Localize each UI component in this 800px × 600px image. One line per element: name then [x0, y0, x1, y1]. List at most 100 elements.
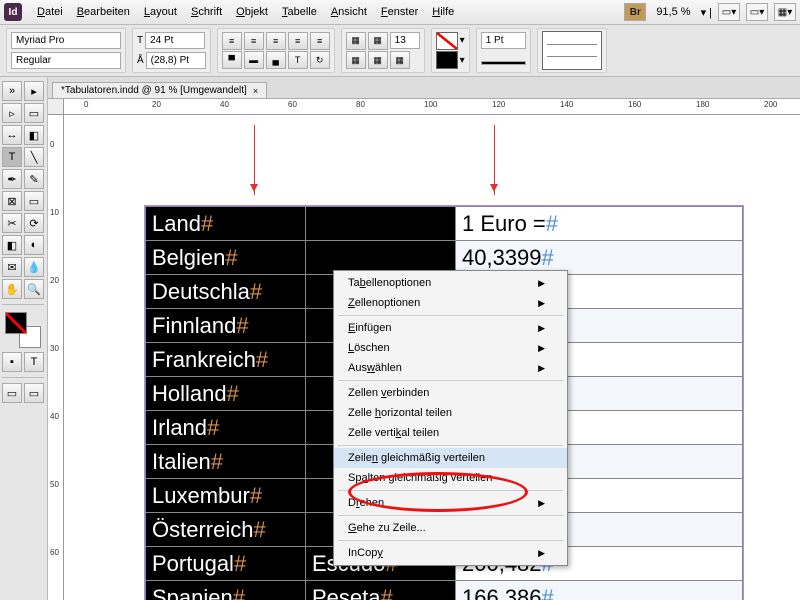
- context-menu-item[interactable]: Einfügen▶: [334, 318, 567, 338]
- font-style-field[interactable]: Regular: [11, 52, 121, 69]
- align-center-icon[interactable]: ≡: [244, 32, 264, 50]
- menu-hilfe[interactable]: Hilfe: [425, 6, 461, 18]
- rows-field[interactable]: 13: [390, 32, 420, 49]
- menu-tabelle[interactable]: Tabelle: [275, 6, 324, 18]
- cell-country[interactable]: Österreich#: [146, 513, 306, 547]
- zoom-level[interactable]: 91,5 %: [652, 6, 694, 18]
- context-menu-item[interactable]: Zellen verbinden: [334, 383, 567, 403]
- rect-frame-icon[interactable]: ⊠: [2, 191, 22, 211]
- pen-tool-icon[interactable]: ✒: [2, 169, 22, 189]
- split-cells-icon[interactable]: ▦: [368, 32, 388, 50]
- zoom-dropdown-icon[interactable]: ▾ |: [701, 6, 712, 19]
- document-tab[interactable]: *Tabulatoren.indd @ 91 % [Umgewandelt] ×: [52, 82, 267, 98]
- context-menu-item[interactable]: InCopy▶: [334, 543, 567, 563]
- menu-bearbeiten[interactable]: Bearbeiten: [70, 6, 137, 18]
- view-mode-icon[interactable]: ▭▾: [718, 3, 740, 21]
- cell-country[interactable]: Portugal#: [146, 547, 306, 581]
- pencil-tool-icon[interactable]: ✎: [24, 169, 44, 189]
- context-menu-item[interactable]: Zellenoptionen▶: [334, 293, 567, 313]
- cell-country[interactable]: Land#: [146, 207, 306, 241]
- context-menu-item[interactable]: Tabellenoptionen▶: [334, 273, 567, 293]
- menu-fenster[interactable]: Fenster: [374, 6, 425, 18]
- align-left-icon[interactable]: ≡: [222, 32, 242, 50]
- context-menu-item[interactable]: Spalten gleichmäßig verteilen: [334, 468, 567, 488]
- justify-last-left-icon[interactable]: ≡: [310, 32, 330, 50]
- selection-e-icon[interactable]: »: [2, 81, 22, 101]
- align-right-icon[interactable]: ≡: [266, 32, 286, 50]
- cell-country[interactable]: Luxembur#: [146, 479, 306, 513]
- zoom-tool-icon[interactable]: 🔍: [24, 279, 44, 299]
- valign-top-icon[interactable]: ▀: [222, 51, 242, 69]
- menu-layout[interactable]: Layout: [137, 6, 184, 18]
- hand-tool-icon[interactable]: ✋: [2, 279, 22, 299]
- cell-value[interactable]: 1 Euro =#: [456, 207, 743, 241]
- context-menu-item[interactable]: Zelle vertikal teilen: [334, 423, 567, 443]
- stroke-weight-field[interactable]: 1 Pt: [481, 32, 526, 49]
- valign-middle-icon[interactable]: ▬: [244, 51, 264, 69]
- dropdown-icon[interactable]: ▾: [460, 35, 465, 46]
- text-orient-icon[interactable]: T: [288, 51, 308, 69]
- gradient-feather-icon[interactable]: ◐: [24, 235, 44, 255]
- context-menu-item[interactable]: Zelle horizontal teilen: [334, 403, 567, 423]
- screen-mode-icon[interactable]: ▭▾: [746, 3, 768, 21]
- cell-country[interactable]: Irland#: [146, 411, 306, 445]
- fill-swatch[interactable]: [436, 32, 458, 50]
- color-proxy[interactable]: [5, 312, 41, 348]
- insert-col-icon[interactable]: ▦: [368, 51, 388, 69]
- scissors-icon[interactable]: ✂: [2, 213, 22, 233]
- page-tool-icon[interactable]: ▭: [24, 103, 44, 123]
- bridge-button[interactable]: Br: [624, 3, 646, 21]
- normal-mode-icon[interactable]: ▭: [2, 383, 22, 403]
- cell-country[interactable]: Finnland#: [146, 309, 306, 343]
- preview-mode-icon[interactable]: ▭: [24, 383, 44, 403]
- cell-border-preview[interactable]: [542, 31, 602, 70]
- cell-currency[interactable]: [306, 207, 456, 241]
- context-menu-item[interactable]: Gehe zu Zeile...: [334, 518, 567, 538]
- cell-country[interactable]: Italien#: [146, 445, 306, 479]
- eyedropper-icon[interactable]: 💧: [24, 257, 44, 277]
- cell-currency[interactable]: Peseta#: [306, 581, 456, 600]
- note-tool-icon[interactable]: ✉: [2, 257, 22, 277]
- ruler-origin[interactable]: [48, 99, 64, 115]
- font-family-field[interactable]: Myriad Pro: [11, 32, 121, 49]
- gradient-icon[interactable]: ◧: [2, 235, 22, 255]
- font-size-field[interactable]: 24 Pt: [145, 32, 205, 49]
- context-menu-item[interactable]: Zeilen gleichmäßig verteilen: [334, 448, 567, 468]
- dropdown-icon[interactable]: ▾: [460, 55, 465, 66]
- type-tool-icon[interactable]: T: [2, 147, 22, 167]
- stroke-style-field[interactable]: [481, 61, 526, 65]
- menu-datei[interactable]: Datei: [30, 6, 70, 18]
- context-menu-item[interactable]: Löschen▶: [334, 338, 567, 358]
- direct-select-icon[interactable]: ▹: [2, 103, 22, 123]
- content-tool-icon[interactable]: ◧: [24, 125, 44, 145]
- valign-bottom-icon[interactable]: ▄: [266, 51, 286, 69]
- transform-icon[interactable]: ⟳: [24, 213, 44, 233]
- rotate-text-icon[interactable]: ↻: [310, 51, 330, 69]
- menu-ansicht[interactable]: Ansicht: [324, 6, 374, 18]
- justify-icon[interactable]: ≡: [288, 32, 308, 50]
- menu-objekt[interactable]: Objekt: [229, 6, 275, 18]
- cell-country[interactable]: Holland#: [146, 377, 306, 411]
- close-tab-icon[interactable]: ×: [253, 86, 258, 96]
- cell-country[interactable]: Deutschla#: [146, 275, 306, 309]
- arrange-icon[interactable]: ▦▾: [774, 3, 796, 21]
- cell-country[interactable]: Frankreich#: [146, 343, 306, 377]
- cell-value[interactable]: 166,386#: [456, 581, 743, 600]
- ruler-vertical[interactable]: 0102030405060: [48, 115, 64, 600]
- context-menu-item[interactable]: Auswählen▶: [334, 358, 567, 378]
- insert-row-icon[interactable]: ▦: [346, 51, 366, 69]
- menu-schrift[interactable]: Schrift: [184, 6, 229, 18]
- gap-tool-icon[interactable]: ↔: [2, 125, 22, 145]
- ruler-horizontal[interactable]: 020406080100120140160180200: [64, 99, 800, 115]
- delete-cells-icon[interactable]: ▦: [390, 51, 410, 69]
- leading-field[interactable]: (28,8) Pt: [146, 52, 206, 69]
- cell-country[interactable]: Belgien#: [146, 241, 306, 275]
- context-menu-item[interactable]: Drehen▶: [334, 493, 567, 513]
- rect-tool-icon[interactable]: ▭: [24, 191, 44, 211]
- apply-color-icon[interactable]: ▪: [2, 352, 22, 372]
- merge-cells-icon[interactable]: ▦: [346, 32, 366, 50]
- selection-tool-icon[interactable]: ▸: [24, 81, 44, 101]
- cell-country[interactable]: Spanien#: [146, 581, 306, 600]
- stroke-swatch[interactable]: [436, 51, 458, 69]
- apply-container-icon[interactable]: T: [24, 352, 44, 372]
